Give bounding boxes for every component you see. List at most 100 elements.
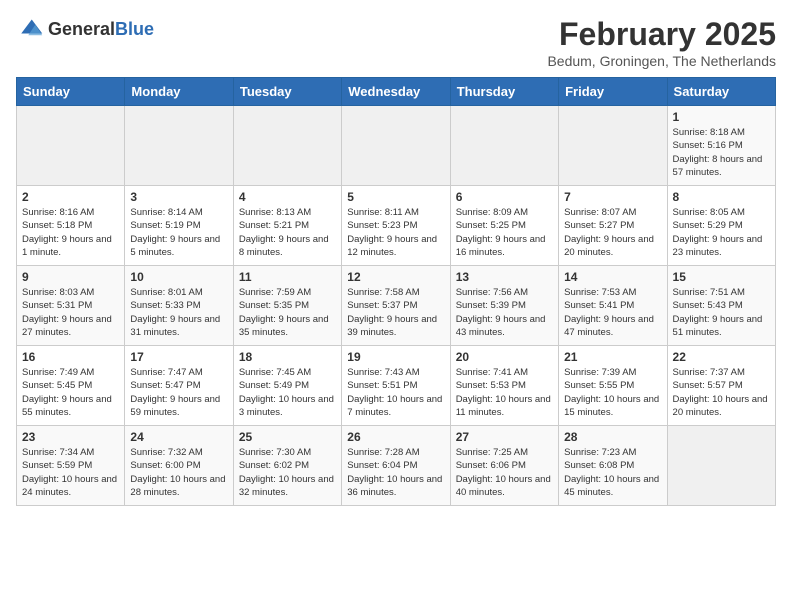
day-info: Sunrise: 8:11 AM Sunset: 5:23 PM Dayligh… xyxy=(347,206,444,259)
day-number: 12 xyxy=(347,270,444,284)
week-row-1: 1 Sunrise: 8:18 AM Sunset: 5:16 PM Daylig… xyxy=(17,106,776,186)
logo-blue: Blue xyxy=(115,19,154,39)
calendar-cell: 1 Sunrise: 8:18 AM Sunset: 5:16 PM Daylig… xyxy=(667,106,775,186)
calendar-cell: 14 Sunrise: 7:53 AM Sunset: 5:41 PM Dayli… xyxy=(559,266,667,346)
day-number: 22 xyxy=(673,350,770,364)
calendar-cell: 8 Sunrise: 8:05 AM Sunset: 5:29 PM Daylig… xyxy=(667,186,775,266)
day-info: Sunrise: 7:30 AM Sunset: 6:02 PM Dayligh… xyxy=(239,446,336,499)
calendar-cell: 25Sunrise: 7:30 AM Sunset: 6:02 PM Dayli… xyxy=(233,426,341,506)
calendar-cell: 2 Sunrise: 8:16 AM Sunset: 5:18 PM Daylig… xyxy=(17,186,125,266)
week-row-5: 23 Sunrise: 7:34 AM Sunset: 5:59 PM Dayli… xyxy=(17,426,776,506)
calendar-cell: 12 Sunrise: 7:58 AM Sunset: 5:37 PM Dayli… xyxy=(342,266,450,346)
calendar-table: SundayMondayTuesdayWednesdayThursdayFrid… xyxy=(16,77,776,506)
day-number: 23 xyxy=(22,430,119,444)
day-info: Sunrise: 7:37 AM Sunset: 5:57 PM Dayligh… xyxy=(673,366,770,419)
calendar-cell xyxy=(667,426,775,506)
day-number: 1 xyxy=(673,110,770,124)
calendar-cell: 6 Sunrise: 8:09 AM Sunset: 5:25 PM Daylig… xyxy=(450,186,558,266)
day-info: Sunrise: 7:58 AM Sunset: 5:37 PM Dayligh… xyxy=(347,286,444,339)
day-number: 20 xyxy=(456,350,553,364)
calendar-cell: 22 Sunrise: 7:37 AM Sunset: 5:57 PM Dayli… xyxy=(667,346,775,426)
day-number: 26 xyxy=(347,430,444,444)
calendar-cell: 13 Sunrise: 7:56 AM Sunset: 5:39 PM Dayli… xyxy=(450,266,558,346)
day-number: 8 xyxy=(673,190,770,204)
logo-icon xyxy=(16,16,44,44)
logo: GeneralBlue xyxy=(16,16,154,44)
day-number: 5 xyxy=(347,190,444,204)
calendar-cell: 4 Sunrise: 8:13 AM Sunset: 5:21 PM Daylig… xyxy=(233,186,341,266)
day-info: Sunrise: 7:32 AM Sunset: 6:00 PM Dayligh… xyxy=(130,446,227,499)
calendar-cell: 24 Sunrise: 7:32 AM Sunset: 6:00 PM Dayli… xyxy=(125,426,233,506)
day-number: 15 xyxy=(673,270,770,284)
weekday-header-row: SundayMondayTuesdayWednesdayThursdayFrid… xyxy=(17,78,776,106)
day-number: 14 xyxy=(564,270,661,284)
day-info: Sunrise: 7:56 AM Sunset: 5:39 PM Dayligh… xyxy=(456,286,553,339)
day-info: Sunrise: 8:01 AM Sunset: 5:33 PM Dayligh… xyxy=(130,286,227,339)
day-info: Sunrise: 8:16 AM Sunset: 5:18 PM Dayligh… xyxy=(22,206,119,259)
calendar-cell: 18Sunrise: 7:45 AM Sunset: 5:49 PM Dayli… xyxy=(233,346,341,426)
weekday-header-wednesday: Wednesday xyxy=(342,78,450,106)
day-info: Sunrise: 8:14 AM Sunset: 5:19 PM Dayligh… xyxy=(130,206,227,259)
day-number: 13 xyxy=(456,270,553,284)
day-info: Sunrise: 7:28 AM Sunset: 6:04 PM Dayligh… xyxy=(347,446,444,499)
weekday-header-thursday: Thursday xyxy=(450,78,558,106)
calendar-cell xyxy=(559,106,667,186)
day-number: 16 xyxy=(22,350,119,364)
day-info: Sunrise: 8:13 AM Sunset: 5:21 PM Dayligh… xyxy=(239,206,336,259)
day-number: 24 xyxy=(130,430,227,444)
day-info: Sunrise: 7:41 AM Sunset: 5:53 PM Dayligh… xyxy=(456,366,553,419)
month-title: February 2025 xyxy=(547,16,776,53)
calendar-cell: 15Sunrise: 7:51 AM Sunset: 5:43 PM Dayli… xyxy=(667,266,775,346)
day-info: Sunrise: 7:49 AM Sunset: 5:45 PM Dayligh… xyxy=(22,366,119,419)
weekday-header-tuesday: Tuesday xyxy=(233,78,341,106)
weekday-header-friday: Friday xyxy=(559,78,667,106)
day-info: Sunrise: 7:43 AM Sunset: 5:51 PM Dayligh… xyxy=(347,366,444,419)
weekday-header-sunday: Sunday xyxy=(17,78,125,106)
day-number: 2 xyxy=(22,190,119,204)
day-info: Sunrise: 7:34 AM Sunset: 5:59 PM Dayligh… xyxy=(22,446,119,499)
calendar-cell xyxy=(17,106,125,186)
day-info: Sunrise: 7:39 AM Sunset: 5:55 PM Dayligh… xyxy=(564,366,661,419)
day-number: 28 xyxy=(564,430,661,444)
day-info: Sunrise: 7:59 AM Sunset: 5:35 PM Dayligh… xyxy=(239,286,336,339)
day-info: Sunrise: 8:05 AM Sunset: 5:29 PM Dayligh… xyxy=(673,206,770,259)
day-info: Sunrise: 7:47 AM Sunset: 5:47 PM Dayligh… xyxy=(130,366,227,419)
calendar-cell: 11 Sunrise: 7:59 AM Sunset: 5:35 PM Dayli… xyxy=(233,266,341,346)
day-info: Sunrise: 7:53 AM Sunset: 5:41 PM Dayligh… xyxy=(564,286,661,339)
weekday-header-monday: Monday xyxy=(125,78,233,106)
weekday-header-saturday: Saturday xyxy=(667,78,775,106)
calendar-cell xyxy=(450,106,558,186)
day-info: Sunrise: 7:25 AM Sunset: 6:06 PM Dayligh… xyxy=(456,446,553,499)
calendar-cell: 17 Sunrise: 7:47 AM Sunset: 5:47 PM Dayli… xyxy=(125,346,233,426)
day-info: Sunrise: 8:18 AM Sunset: 5:16 PM Dayligh… xyxy=(673,126,770,179)
day-number: 21 xyxy=(564,350,661,364)
calendar-cell xyxy=(233,106,341,186)
calendar-cell: 3 Sunrise: 8:14 AM Sunset: 5:19 PM Daylig… xyxy=(125,186,233,266)
calendar-cell: 26 Sunrise: 7:28 AM Sunset: 6:04 PM Dayli… xyxy=(342,426,450,506)
day-number: 17 xyxy=(130,350,227,364)
calendar-cell: 20 Sunrise: 7:41 AM Sunset: 5:53 PM Dayli… xyxy=(450,346,558,426)
logo-text: GeneralBlue xyxy=(48,19,154,41)
calendar-cell: 9 Sunrise: 8:03 AM Sunset: 5:31 PM Daylig… xyxy=(17,266,125,346)
logo-general: General xyxy=(48,19,115,39)
day-number: 4 xyxy=(239,190,336,204)
calendar-cell: 16 Sunrise: 7:49 AM Sunset: 5:45 PM Dayli… xyxy=(17,346,125,426)
page-header: GeneralBlue February 2025 Bedum, Groning… xyxy=(16,16,776,69)
day-number: 6 xyxy=(456,190,553,204)
week-row-3: 9 Sunrise: 8:03 AM Sunset: 5:31 PM Daylig… xyxy=(17,266,776,346)
day-number: 3 xyxy=(130,190,227,204)
day-info: Sunrise: 8:09 AM Sunset: 5:25 PM Dayligh… xyxy=(456,206,553,259)
day-number: 7 xyxy=(564,190,661,204)
day-number: 11 xyxy=(239,270,336,284)
day-number: 19 xyxy=(347,350,444,364)
day-number: 27 xyxy=(456,430,553,444)
location-subtitle: Bedum, Groningen, The Netherlands xyxy=(547,53,776,69)
week-row-2: 2 Sunrise: 8:16 AM Sunset: 5:18 PM Daylig… xyxy=(17,186,776,266)
calendar-cell: 23 Sunrise: 7:34 AM Sunset: 5:59 PM Dayli… xyxy=(17,426,125,506)
day-info: Sunrise: 8:03 AM Sunset: 5:31 PM Dayligh… xyxy=(22,286,119,339)
calendar-cell xyxy=(342,106,450,186)
calendar-cell: 7Sunrise: 8:07 AM Sunset: 5:27 PM Daylig… xyxy=(559,186,667,266)
day-number: 9 xyxy=(22,270,119,284)
day-number: 18 xyxy=(239,350,336,364)
calendar-cell: 10Sunrise: 8:01 AM Sunset: 5:33 PM Dayli… xyxy=(125,266,233,346)
